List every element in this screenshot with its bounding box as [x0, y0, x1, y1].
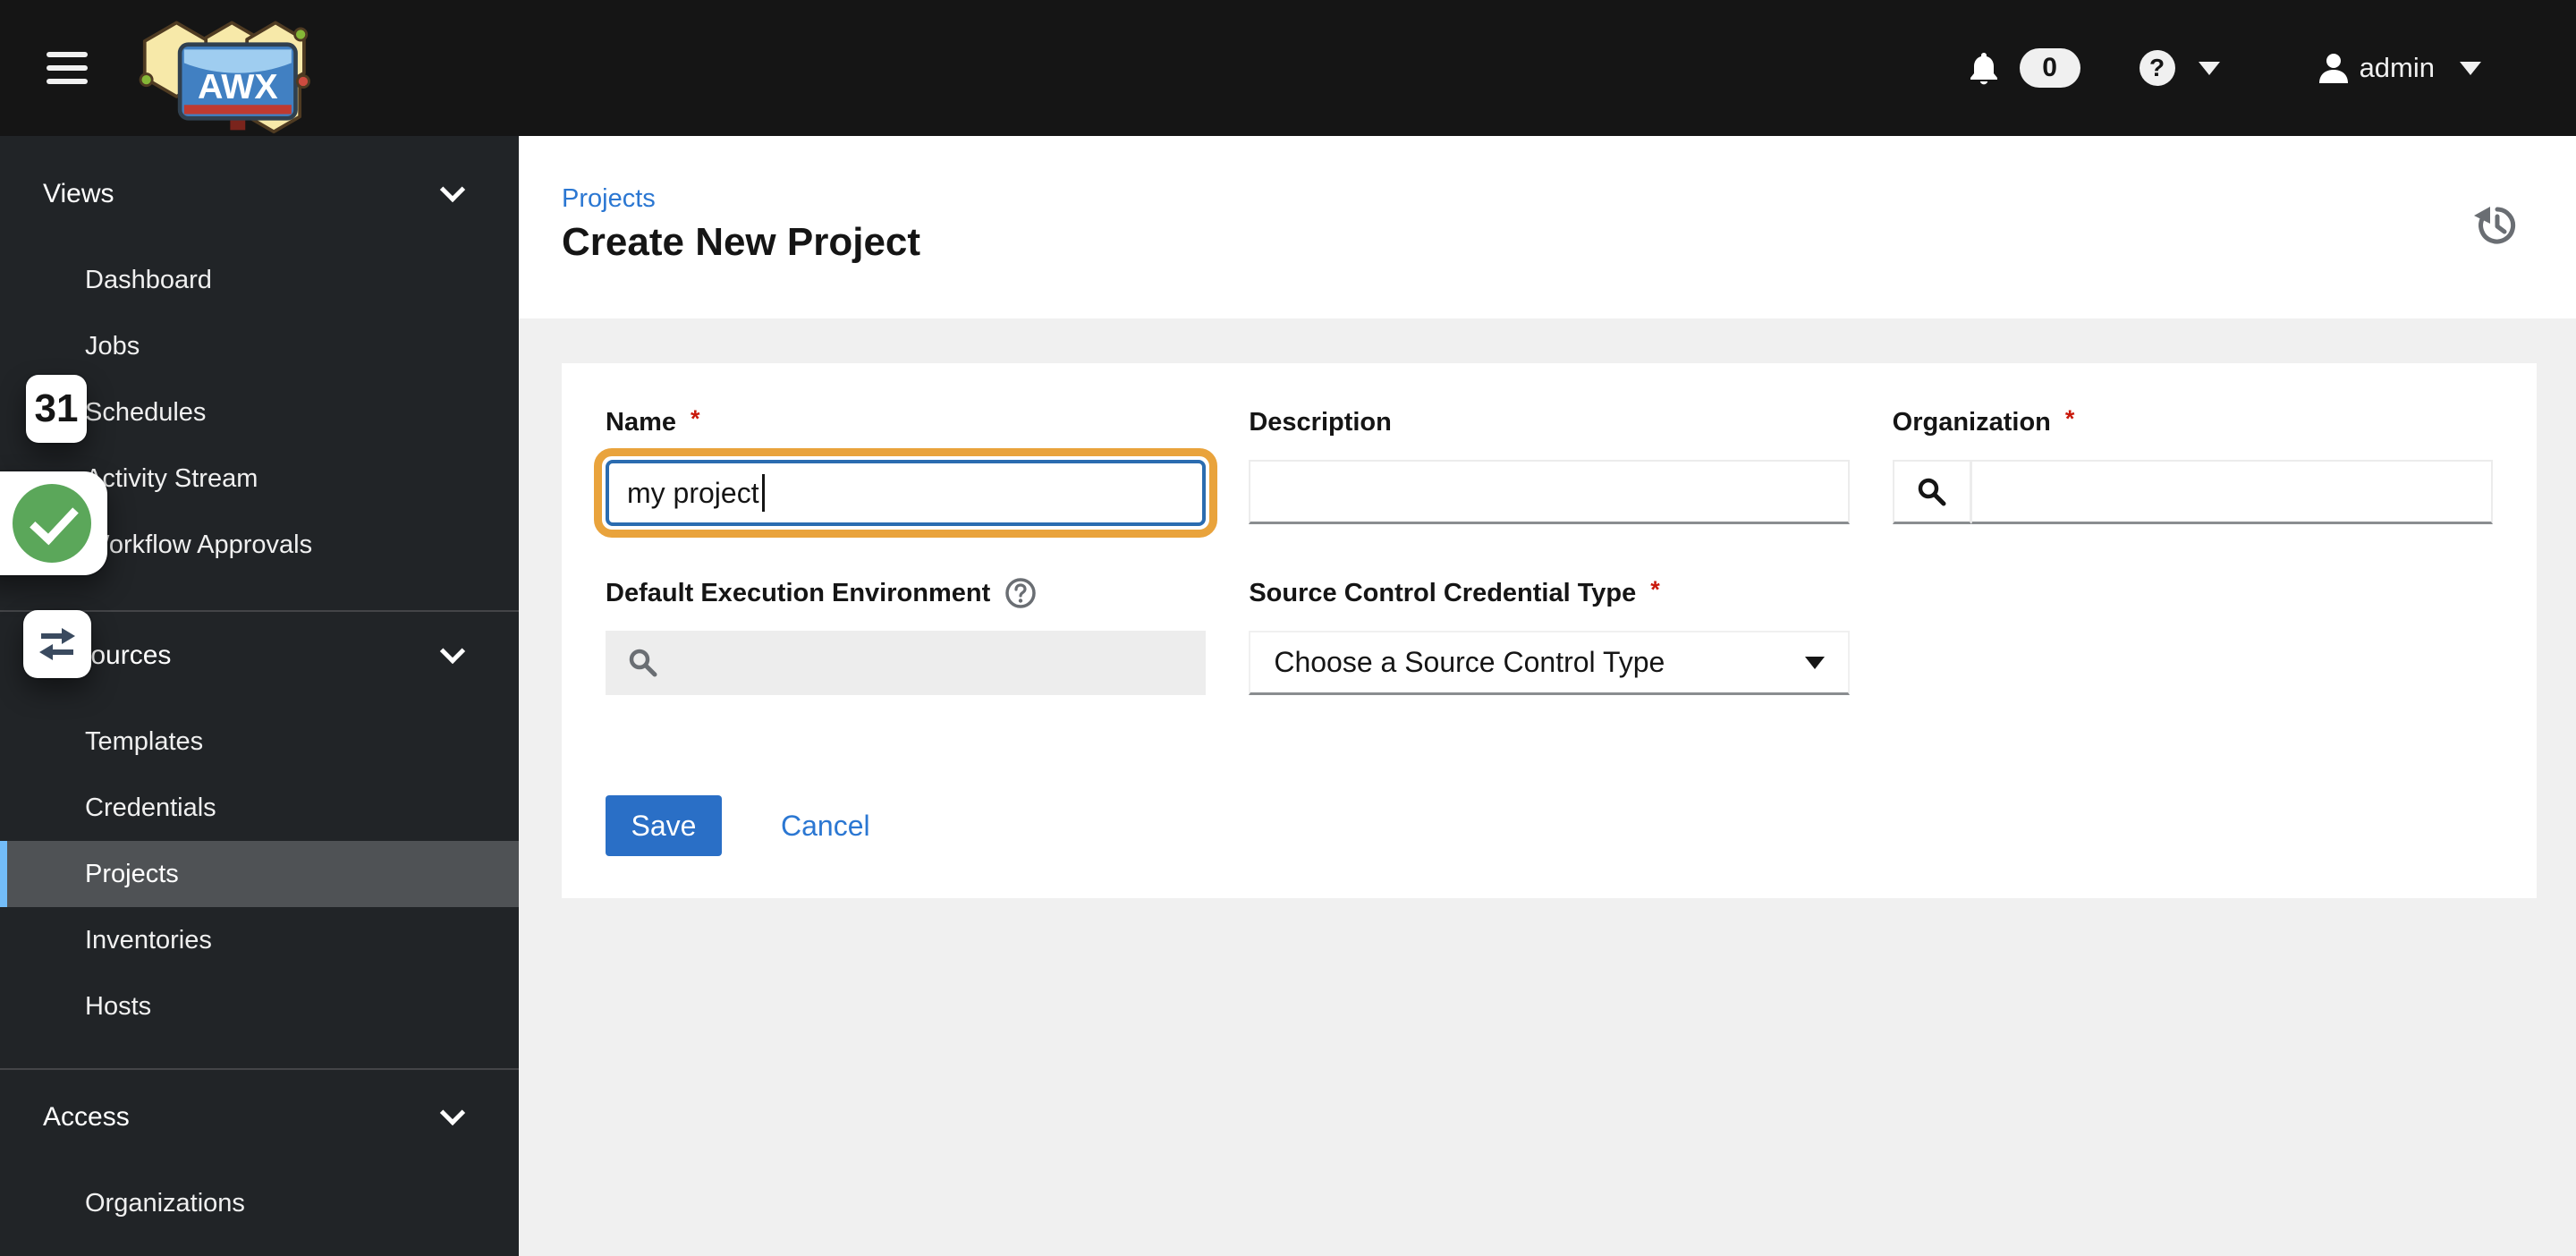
chevron-down-icon	[439, 1099, 466, 1126]
sidebar-item-templates[interactable]: Templates	[0, 709, 519, 775]
sidebar-nav: Views Dashboard Jobs Schedules Activity Stre…	[0, 136, 519, 1256]
chevron-down-icon	[439, 638, 466, 665]
default-ee-field-group: Default Execution Environment	[606, 577, 1207, 695]
history-button[interactable]	[2470, 200, 2521, 250]
sidebar-item-jobs[interactable]: Jobs	[0, 313, 519, 379]
name-field-group: Name * my project	[594, 404, 1218, 538]
masthead-toolbar: 0 ? admin	[1968, 0, 2576, 136]
default-ee-label: Default Execution Environment	[606, 577, 1206, 609]
required-asterisk: *	[1650, 575, 1660, 603]
user-icon	[2318, 54, 2348, 83]
user-menu-caret-icon[interactable]	[2460, 61, 2481, 75]
chevron-down-icon	[439, 176, 466, 203]
sidebar-item-inventories[interactable]: Inventories	[0, 907, 519, 973]
form-actions: Save Cancel	[606, 795, 2493, 856]
sidebar-item-projects[interactable]: Projects	[0, 841, 519, 907]
sidebar-section-access[interactable]: Access	[0, 1095, 519, 1140]
hamburger-icon	[47, 52, 88, 57]
check-icon	[13, 484, 91, 563]
default-ee-search-field[interactable]	[606, 631, 1207, 695]
notifications-count-badge[interactable]: 0	[2019, 48, 2080, 88]
chevron-down-icon	[1804, 656, 1825, 669]
sidebar-divider	[0, 1068, 519, 1070]
name-label: Name *	[606, 404, 700, 437]
search-icon	[1918, 478, 1946, 505]
default-ee-input[interactable]	[675, 645, 1185, 681]
masthead: AWX 0 ? admin	[0, 0, 2576, 136]
sidebar-item-organizations[interactable]: Organizations	[0, 1170, 519, 1236]
organization-label: Organization *	[1892, 404, 2075, 437]
awx-logo[interactable]: AWX	[125, 0, 318, 136]
breadcrumb[interactable]: Projects	[562, 184, 656, 214]
scm-cred-field-group: Source Control Credential Type * Choose …	[1249, 575, 1850, 695]
section-label: Access	[43, 1102, 130, 1132]
help-menu-caret-icon[interactable]	[2198, 61, 2220, 75]
scm-cred-label: Source Control Credential Type *	[1249, 575, 1660, 607]
required-asterisk: *	[691, 404, 700, 432]
sidebar-section-views[interactable]: Views	[0, 172, 519, 216]
description-input[interactable]	[1249, 460, 1850, 524]
name-input[interactable]: my project	[606, 460, 1207, 526]
username-label[interactable]: admin	[2360, 52, 2435, 84]
section-label: Views	[43, 179, 114, 208]
organization-field-group: Organization *	[1892, 404, 2493, 526]
nav-toggle-button[interactable]	[47, 44, 88, 92]
save-button[interactable]: Save	[606, 795, 722, 856]
swap-arrows-icon	[39, 628, 75, 660]
text-cursor	[761, 474, 765, 512]
page-header: Projects Create New Project	[519, 136, 2576, 318]
awx-logo-text: AWX	[198, 67, 278, 106]
page-title: Create New Project	[562, 220, 921, 264]
awx-logo-graphic: AWX	[139, 21, 310, 134]
organization-search-button[interactable]	[1892, 460, 1971, 524]
search-icon	[629, 649, 657, 677]
success-check-overlay-badge	[0, 471, 107, 575]
required-asterisk: *	[2064, 404, 2075, 432]
help-question-icon[interactable]	[1004, 577, 1037, 609]
sidebar-item-dashboard[interactable]: Dashboard	[0, 247, 519, 313]
swap-overlay-badge	[23, 610, 91, 678]
cancel-button[interactable]: Cancel	[781, 810, 870, 843]
history-icon	[2474, 207, 2516, 244]
organization-input[interactable]	[1970, 460, 2493, 524]
notifications-bell-icon[interactable]	[1968, 50, 2000, 86]
sidebar-item-hosts[interactable]: Hosts	[0, 973, 519, 1040]
description-field-group: Description	[1249, 406, 1850, 526]
description-label: Description	[1249, 407, 1392, 437]
sidebar-item-credentials[interactable]: Credentials	[0, 775, 519, 841]
scm-cred-type-select[interactable]: Choose a Source Control Type	[1249, 631, 1850, 695]
create-project-form-card: Name * my project Description Organizati…	[562, 363, 2537, 898]
tab-count-overlay-badge: 31	[26, 375, 87, 443]
scm-cred-type-value: Choose a Source Control Type	[1274, 646, 1665, 678]
annotation-highlight-ring: my project	[594, 448, 1218, 538]
help-icon[interactable]: ?	[2139, 50, 2175, 86]
